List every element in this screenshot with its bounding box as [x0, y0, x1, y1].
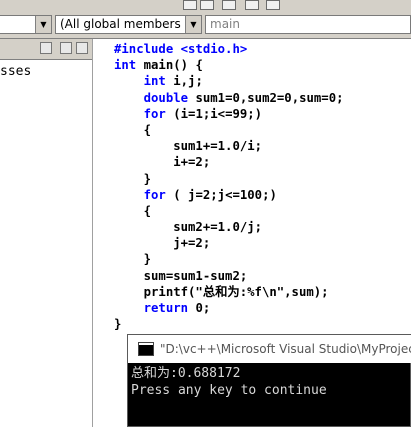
code-line[interactable]: int main() { — [114, 57, 344, 73]
code-line[interactable]: #include <stdio.h> — [114, 41, 344, 57]
toolbar-button-icon[interactable] — [222, 0, 236, 10]
pane-button-icon[interactable] — [40, 42, 52, 54]
code-text[interactable]: #include <stdio.h> int main() { int i,j; … — [114, 41, 344, 332]
code-token: sum=sum1-sum2; — [114, 268, 248, 283]
toolbar-button-icon[interactable] — [245, 0, 259, 10]
chevron-down-icon[interactable]: ▼ — [35, 16, 51, 33]
pane-button-icon[interactable] — [60, 42, 72, 54]
code-token: { — [114, 122, 152, 137]
console-icon — [138, 342, 154, 356]
code-token: i+=2; — [114, 155, 211, 170]
code-token: ( j=2;j<=100;) — [165, 187, 277, 202]
code-token: sum1+=1.0/i; — [114, 139, 263, 154]
code-line[interactable]: sum1+=1.0/i; — [114, 138, 344, 154]
toolbar-button-icon[interactable] — [183, 0, 197, 10]
toolbar-button-icon[interactable] — [200, 0, 214, 10]
code-keyword: int — [114, 58, 137, 73]
code-token: sum2+=1.0/j; — [114, 220, 263, 235]
code-line[interactable]: { — [114, 122, 344, 138]
code-token: 0; — [188, 301, 211, 315]
console-output-line: 总和为:0.688172 — [131, 366, 241, 381]
top-toolbar-strip — [0, 0, 411, 12]
console-output-line: Press any key to continue — [131, 383, 327, 398]
workspace-pane-header — [0, 39, 92, 60]
code-keyword: return — [143, 301, 189, 315]
code-keyword: #include <stdio.h> — [114, 42, 248, 56]
code-token: sum1=0,sum2=0,sum=0; — [188, 90, 344, 105]
pane-close-icon[interactable] — [76, 42, 88, 54]
code-line[interactable]: } — [114, 316, 344, 332]
code-token: (i=1;i<=99;) — [165, 106, 263, 121]
toolbar-button-icon[interactable] — [266, 0, 280, 10]
code-keyword: double — [143, 90, 189, 105]
code-token: } — [114, 317, 122, 332]
members-combo-value: (All global members — [60, 17, 181, 31]
code-line[interactable]: sum2+=1.0/j; — [114, 219, 344, 235]
code-keyword: int — [143, 74, 166, 89]
code-token: j+=2; — [114, 236, 211, 251]
console-title: "D:\vc++\Microsoft Visual Studio\MyProje… — [160, 342, 411, 356]
code-line[interactable]: i+=2; — [114, 154, 344, 170]
code-line[interactable]: return 0; — [114, 300, 344, 316]
code-line[interactable]: sum=sum1-sum2; — [114, 268, 344, 284]
code-keyword: for — [143, 106, 166, 121]
code-line[interactable]: printf("总和为:%f\n",sum); — [114, 284, 344, 300]
code-token: { — [114, 203, 152, 218]
code-line[interactable]: } — [114, 171, 344, 187]
code-line[interactable]: for ( j=2;j<=100;) — [114, 187, 344, 203]
members-combo[interactable]: (All global members ▼ — [55, 15, 202, 34]
class-combo[interactable]: ▼ — [0, 15, 52, 34]
code-token: main() { — [136, 58, 203, 73]
function-combo[interactable]: main — [205, 15, 411, 34]
console-title-bar[interactable]: "D:\vc++\Microsoft Visual Studio\MyProje… — [128, 335, 411, 363]
code-line[interactable]: j+=2; — [114, 235, 344, 251]
code-token: i,j; — [165, 74, 203, 89]
console-window[interactable]: "D:\vc++\Microsoft Visual Studio\MyProje… — [127, 334, 411, 427]
chevron-down-icon[interactable]: ▼ — [185, 16, 201, 33]
code-token: printf("总和为:%f\n",sum); — [114, 284, 329, 299]
code-line[interactable]: } — [114, 251, 344, 267]
code-keyword: for — [143, 187, 166, 202]
wizard-bar: ▼ (All global members ▼ main — [0, 12, 411, 39]
code-token: } — [114, 252, 152, 267]
code-line[interactable]: double sum1=0,sum2=0,sum=0; — [114, 90, 344, 106]
code-line[interactable]: int i,j; — [114, 73, 344, 89]
code-token: } — [114, 171, 152, 186]
function-combo-value: main — [210, 17, 240, 31]
workspace-tree-item[interactable]: sses — [0, 64, 31, 79]
code-line[interactable]: { — [114, 203, 344, 219]
code-line[interactable]: for (i=1;i<=99;) — [114, 106, 344, 122]
workspace-pane: sses — [0, 39, 93, 427]
console-output: 总和为:0.688172 Press any key to continue — [131, 365, 327, 399]
